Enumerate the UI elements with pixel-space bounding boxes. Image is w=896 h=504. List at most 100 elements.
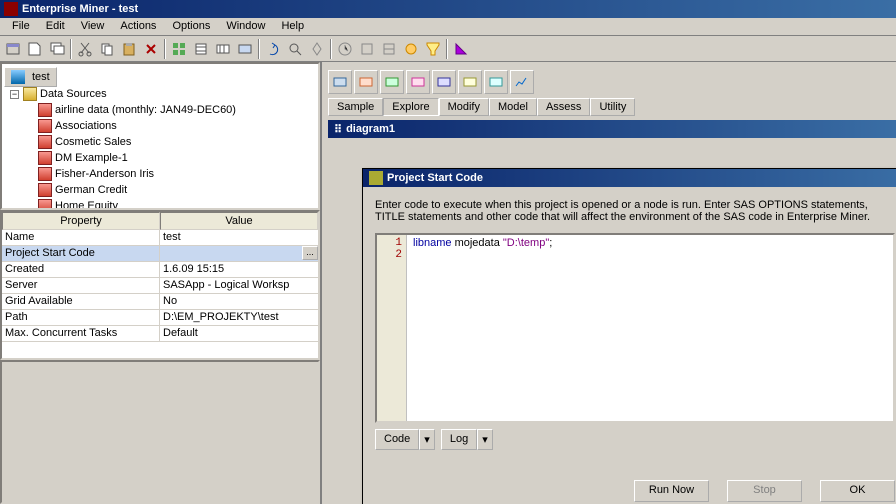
property-value[interactable]: ... [160,246,318,262]
node-btn-2[interactable] [354,70,378,94]
line-gutter: 12 [377,235,407,421]
property-name: Path [2,310,160,326]
tree-source-2[interactable]: Cosmetic Sales [4,134,316,150]
data-icon [38,119,52,133]
menu-options[interactable]: Options [164,18,218,35]
toolbar-btn-2[interactable] [24,38,46,60]
properties-grid[interactable]: Property Value NametestProject Start Cod… [0,210,320,360]
zoom-icon[interactable] [284,38,306,60]
tab-explore[interactable]: Explore [383,98,438,116]
property-value[interactable]: Default [160,326,318,342]
toolbar-btn-16[interactable] [356,38,378,60]
server-icon [11,70,25,84]
right-panel: Sample Explore Modify Model Assess Utili… [322,62,896,504]
property-row[interactable]: Max. Concurrent TasksDefault [2,326,318,342]
node-btn-3[interactable] [380,70,404,94]
node-btn-7[interactable] [484,70,508,94]
property-row[interactable]: PathD:\EM_PROJEKTY\test [2,310,318,326]
property-name: Created [2,262,160,278]
delete-icon[interactable] [140,38,162,60]
property-row[interactable]: ServerSASApp - Logical Worksp [2,278,318,294]
property-value[interactable]: SASApp - Logical Worksp [160,278,318,294]
title-bar: Enterprise Miner - test [0,0,896,18]
col-value: Value [160,212,318,230]
tab-modify[interactable]: Modify [439,98,489,116]
tree-source-6[interactable]: Home Equity [4,198,316,210]
tree-source-0[interactable]: airline data (monthly: JAN49-DEC60) [4,102,316,118]
ok-button[interactable]: OK [820,480,895,502]
menu-help[interactable]: Help [273,18,312,35]
tree-source-3[interactable]: DM Example-1 [4,150,316,166]
chevron-down-icon: ▾ [477,429,493,450]
property-name: Grid Available [2,294,160,310]
ellipsis-button[interactable]: ... [302,246,318,260]
cut-icon[interactable] [74,38,96,60]
tab-utility[interactable]: Utility [590,98,635,116]
tree-data-sources[interactable]: −Data Sources [4,86,316,102]
property-row[interactable]: Grid AvailableNo [2,294,318,310]
toolbar-btn-10[interactable] [212,38,234,60]
menu-edit[interactable]: Edit [38,18,73,35]
toolbar-btn-17[interactable] [378,38,400,60]
main-toolbar [0,36,896,62]
copy-icon[interactable] [96,38,118,60]
code-tab-button[interactable]: Code▾ [375,429,435,450]
dialog-description: Enter code to execute when this project … [375,199,895,223]
toolbar-btn-8[interactable] [168,38,190,60]
data-icon [38,103,52,117]
toolbar-btn-11[interactable] [234,38,256,60]
node-btn-6[interactable] [458,70,482,94]
node-btn-4[interactable] [406,70,430,94]
menu-file[interactable]: File [4,18,38,35]
tab-model[interactable]: Model [489,98,537,116]
toolbar-btn-3[interactable] [46,38,68,60]
property-row[interactable]: Project Start Code... [2,246,318,262]
clock-icon[interactable] [334,38,356,60]
property-value[interactable]: D:\EM_PROJEKTY\test [160,310,318,326]
menu-window[interactable]: Window [218,18,273,35]
property-name: Name [2,230,160,246]
tab-assess[interactable]: Assess [537,98,590,116]
run-icon[interactable] [306,38,328,60]
property-row[interactable]: Nametest [2,230,318,246]
run-now-button[interactable]: Run Now [634,480,709,502]
property-value[interactable]: 1.6.09 15:15 [160,262,318,278]
property-value[interactable]: No [160,294,318,310]
tree-tab-test[interactable]: test [4,67,57,87]
node-tabs: Sample Explore Modify Model Assess Utili… [328,98,896,116]
node-toolbar [328,68,896,96]
tree-source-4[interactable]: Fisher-Anderson Iris [4,166,316,182]
node-btn-8[interactable] [510,70,534,94]
dialog-icon [369,171,383,185]
tab-sample[interactable]: Sample [328,98,383,116]
collapse-icon[interactable]: − [10,90,19,99]
prop-rows: NametestProject Start Code...Created1.6.… [2,230,318,342]
menu-view[interactable]: View [73,18,113,35]
toolbar-btn-9[interactable] [190,38,212,60]
toolbar-btn-18[interactable] [400,38,422,60]
diagram-icon: ⠿ [334,123,342,136]
data-icon [38,183,52,197]
tree-source-5[interactable]: German Credit [4,182,316,198]
toolbar-btn-1[interactable] [2,38,24,60]
toolbar-btn-19[interactable] [422,38,444,60]
data-icon [38,151,52,165]
help-icon[interactable] [450,38,472,60]
property-name: Max. Concurrent Tasks [2,326,160,342]
data-icon [38,135,52,149]
code-editor[interactable]: 12 libname mojedata "D:\temp"; [375,233,895,423]
code-content[interactable]: libname mojedata "D:\temp"; [407,235,893,421]
property-row[interactable]: Created1.6.09 15:15 [2,262,318,278]
project-tree[interactable]: test −Data Sources airline data (monthly… [0,62,320,210]
menu-actions[interactable]: Actions [112,18,164,35]
undo-icon[interactable] [262,38,284,60]
chevron-down-icon: ▾ [419,429,435,450]
tree-source-1[interactable]: Associations [4,118,316,134]
col-property: Property [2,212,160,230]
node-btn-5[interactable] [432,70,456,94]
diagram-window-title: ⠿ diagram1 [328,120,896,138]
node-btn-1[interactable] [328,70,352,94]
paste-icon[interactable] [118,38,140,60]
log-tab-button[interactable]: Log▾ [441,429,493,450]
property-value[interactable]: test [160,230,318,246]
